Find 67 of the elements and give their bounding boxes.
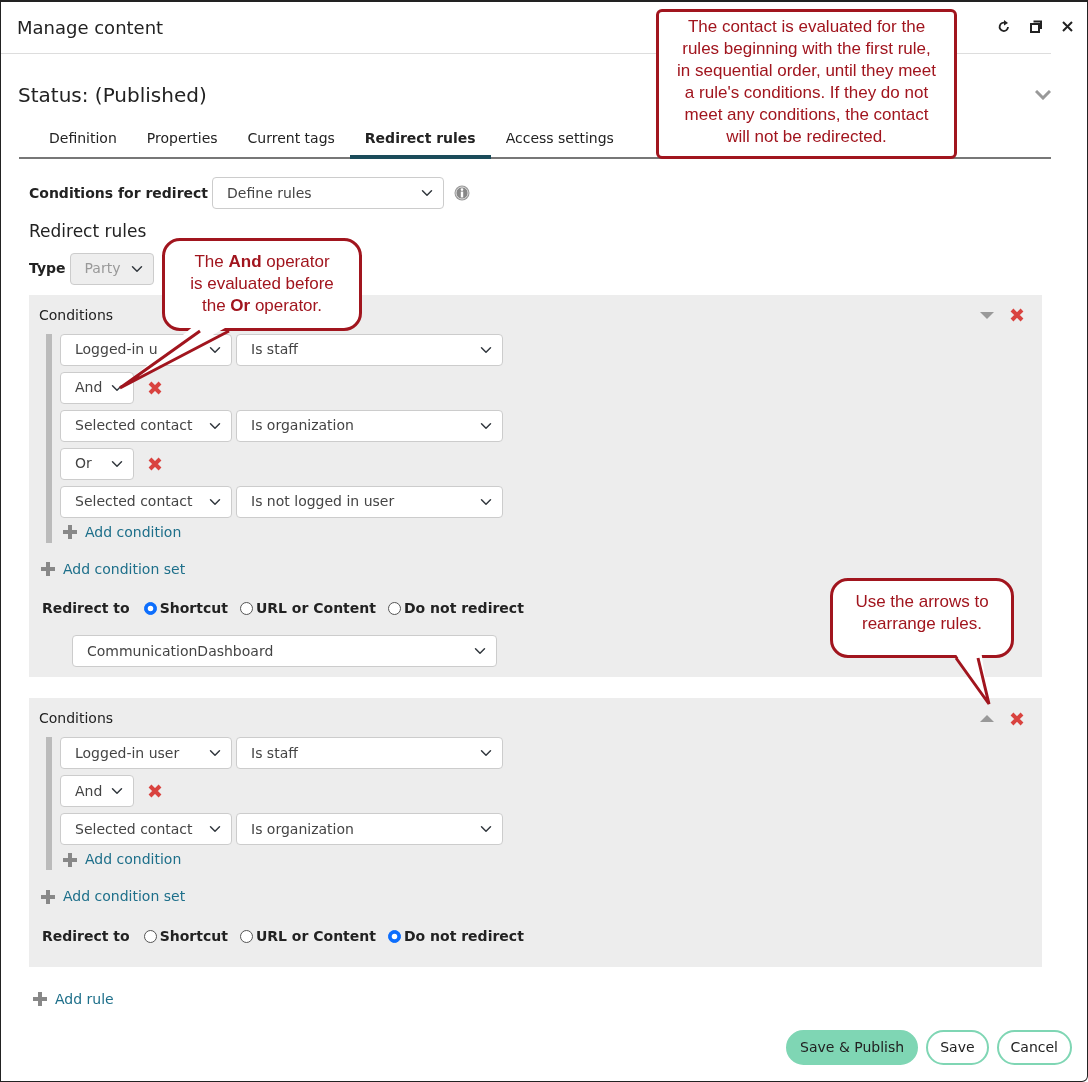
field-label: Redirect to xyxy=(42,599,130,618)
dropdown[interactable]: And xyxy=(60,371,134,404)
add-condition-link[interactable]: Add condition xyxy=(60,521,182,543)
tab[interactable]: Definition xyxy=(34,122,132,159)
delete-icon[interactable] xyxy=(148,784,162,798)
button[interactable]: Save & Publish xyxy=(786,1030,919,1065)
plus-icon xyxy=(41,889,55,904)
move-down-icon[interactable] xyxy=(980,311,994,319)
button[interactable]: Save xyxy=(926,1030,989,1065)
plus-icon xyxy=(33,992,47,1006)
dropdown[interactable]: Is staff xyxy=(236,333,503,366)
radio-label: Do not redirect xyxy=(403,926,524,946)
info-icon[interactable] xyxy=(454,185,471,201)
status-heading: Status: (Published) xyxy=(18,82,207,109)
add-rule-link[interactable]: Add rule xyxy=(33,988,114,1010)
add-condition-set-link[interactable]: Add condition set xyxy=(41,558,186,580)
dropdown[interactable]: Define rules xyxy=(212,177,445,209)
add-condition-link[interactable]: Add condition xyxy=(60,849,182,870)
radio-button[interactable] xyxy=(387,602,401,615)
tab[interactable]: Redirect rules xyxy=(349,122,491,159)
radio-label: Shortcut xyxy=(159,926,228,946)
radio-button[interactable] xyxy=(239,602,253,615)
radio-label: URL or Content xyxy=(255,926,376,946)
window-title: Manage content xyxy=(17,16,164,40)
dropdown[interactable]: Selected contact xyxy=(60,409,232,442)
dropdown[interactable]: Or xyxy=(60,447,134,480)
plus-icon xyxy=(63,852,77,867)
dropdown[interactable]: CommunicationDashboard xyxy=(72,635,497,667)
close-icon[interactable] xyxy=(1062,21,1073,32)
radio-button[interactable] xyxy=(239,929,253,943)
radio-button[interactable] xyxy=(143,602,157,615)
move-up-icon[interactable] xyxy=(980,715,994,722)
field-label: Type xyxy=(29,259,66,278)
radio-label: URL or Content xyxy=(255,599,376,618)
add-condition-set-link[interactable]: Add condition set xyxy=(41,886,186,907)
dropdown[interactable]: Selected contact xyxy=(60,485,232,518)
field-label: Redirect to xyxy=(42,926,130,946)
panel-title: Conditions xyxy=(39,709,114,728)
refresh-icon[interactable] xyxy=(998,20,1010,33)
dropdown[interactable]: Selected contact xyxy=(60,813,232,845)
button[interactable]: Cancel xyxy=(996,1030,1072,1065)
tab[interactable]: Access settings xyxy=(490,122,629,159)
chevron-down-icon[interactable] xyxy=(1035,90,1051,100)
delete-icon[interactable] xyxy=(148,380,162,395)
radio-label: Do not redirect xyxy=(403,599,524,618)
callout: Use the arrows to rearrange rules. xyxy=(830,578,1014,658)
radio-label: Shortcut xyxy=(159,599,228,618)
delete-icon[interactable] xyxy=(1010,711,1024,726)
section-heading: Redirect rules xyxy=(29,220,148,243)
tab[interactable]: Properties xyxy=(131,122,233,159)
dropdown[interactable]: Is organization xyxy=(236,813,503,845)
dropdown[interactable]: Is staff xyxy=(236,737,503,769)
panel-title: Conditions xyxy=(39,305,114,325)
callout: The contact is evaluated for the rules beginning with the first rule, in sequential order, until they meet a rule's conditions. If they do not meet any conditions, the contact will not be redirected. xyxy=(656,9,957,159)
restore-icon[interactable] xyxy=(1030,20,1042,33)
field-label: Conditions for redirect xyxy=(29,183,209,203)
dropdown[interactable]: Logged-in user xyxy=(60,737,232,769)
plus-icon xyxy=(41,562,55,576)
plus-icon xyxy=(63,525,77,539)
radio-button[interactable] xyxy=(387,929,401,943)
delete-icon[interactable] xyxy=(148,456,162,471)
delete-icon[interactable] xyxy=(1010,308,1024,322)
dropdown[interactable]: Is organization xyxy=(236,409,503,442)
dropdown[interactable]: And xyxy=(60,775,134,807)
dropdown[interactable]: Is not logged in user xyxy=(236,485,503,518)
tab[interactable]: Current tags xyxy=(232,122,350,159)
radio-button[interactable] xyxy=(143,929,157,943)
